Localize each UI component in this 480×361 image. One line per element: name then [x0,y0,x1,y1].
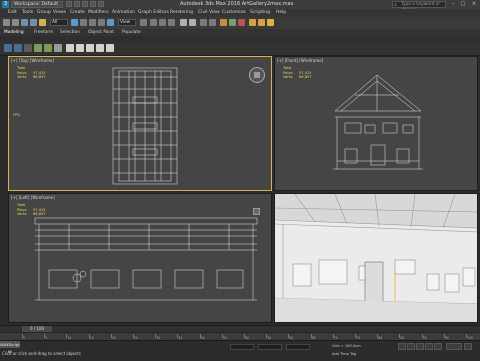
x-coordinate-field[interactable] [230,344,254,350]
open-file-icon[interactable] [74,1,80,7]
play-icon[interactable] [416,343,424,350]
top-wireframe-plan [112,67,178,185]
schematic-view-icon[interactable] [229,19,236,26]
tab-selection[interactable]: Selection [60,30,80,35]
menu-tools[interactable]: Tools [22,10,33,15]
move-icon[interactable] [107,19,114,26]
subdivision-icon[interactable] [44,44,52,52]
tab-freeform[interactable]: Freeform [34,30,53,35]
viewcube-icon[interactable] [253,208,260,215]
workspace-dropdown[interactable]: Workspace: Default [11,1,63,8]
angle-snap-icon[interactable] [159,19,166,26]
search-input[interactable]: ⌕ Type a keyword or phrase [392,1,446,13]
viewport-top[interactable]: [+] [Top] [Wireframe] Total Polys: 57,415… [8,56,272,191]
menu-rendering[interactable]: Rendering [170,10,193,15]
modeling-bar [0,42,480,56]
menu-graph-editors[interactable]: Graph Editors [138,10,169,15]
mirror-icon[interactable] [180,19,187,26]
goto-start-icon[interactable] [398,343,406,350]
selection-filter-dropdown[interactable]: All [50,19,68,26]
next-frame-icon[interactable] [425,343,433,350]
app-logo-icon[interactable]: 3 [2,1,9,8]
unlink-icon[interactable] [30,19,37,26]
current-frame-field[interactable] [446,343,462,350]
minimize-button[interactable]: – [448,0,458,8]
viewcube-icon[interactable] [249,67,265,83]
status-bar: MAXScript Mi Click or click-and-drag to … [0,340,480,361]
tab-populate[interactable]: Populate [122,30,141,35]
undo-icon[interactable] [90,1,96,7]
edge-icon[interactable] [76,44,84,52]
select-object-icon[interactable] [71,19,78,26]
geometry-icon[interactable] [34,44,42,52]
menu-customize[interactable]: Customize [222,10,246,15]
menu-civil-view[interactable]: Civil View [198,10,220,15]
select-by-name-icon[interactable] [80,19,87,26]
y-coordinate-field[interactable] [258,344,282,350]
menu-scripting[interactable]: Scripting [250,10,270,15]
layer-manager-icon[interactable] [200,19,207,26]
left-wireframe-elevation [34,217,258,301]
polygon-icon[interactable] [96,44,104,52]
front-wireframe-elevation [333,74,423,170]
align-icon[interactable] [189,19,196,26]
search-icon: ⌕ [394,2,397,8]
close-button[interactable]: × [469,0,479,8]
time-config-icon[interactable] [464,343,472,350]
viewport-left[interactable]: [+] [Left] [Wireframe] Total Polys: 57,41… [8,193,272,323]
modify-mode-icon[interactable] [14,44,22,52]
menu-edit[interactable]: Edit [8,10,17,15]
undo-tool-icon[interactable] [3,19,10,26]
render-production-icon[interactable] [267,19,274,26]
align-view-icon[interactable] [54,44,62,52]
viewport-front[interactable]: [+] [Front] [Wireframe] Total Polys: 57,4… [274,56,478,191]
curve-editor-icon[interactable] [220,19,227,26]
link-icon[interactable] [21,19,28,26]
previous-frame-icon[interactable] [407,343,415,350]
save-file-icon[interactable] [82,1,88,7]
maximize-button[interactable]: □ [458,0,468,8]
menu-group[interactable]: Group [37,10,51,15]
new-file-icon[interactable] [66,1,72,7]
redo-tool-icon[interactable] [12,19,19,26]
add-time-tag[interactable]: Add Time Tag [332,352,356,356]
menu-views[interactable]: Views [53,10,66,15]
viewport-perspective[interactable]: [+] [Perspective] [Realistic] [274,193,478,323]
status-prompt: Click or click-and-drag to select object… [2,351,81,356]
tab-modeling[interactable]: Modeling [4,30,24,35]
bind-space-warp-icon[interactable] [39,19,46,26]
polygon-modeling-icon[interactable] [4,44,12,52]
render-setup-icon[interactable] [249,19,256,26]
element-icon[interactable] [106,44,114,52]
reference-coordinate-dropdown[interactable]: View [118,19,136,26]
material-editor-icon[interactable] [238,19,245,26]
z-coordinate-field[interactable] [286,344,310,350]
percent-snap-icon[interactable] [168,19,175,26]
menu-animation[interactable]: Animation [112,10,135,15]
graphite-toggle-icon[interactable] [209,19,216,26]
goto-end-icon[interactable] [434,343,442,350]
redo-icon[interactable] [98,1,104,7]
window-crossing-icon[interactable] [98,19,105,26]
grid-size: Grid = 100.0cm [332,344,361,348]
snaps-toggle-icon[interactable] [150,19,157,26]
pivot-center-icon[interactable] [140,19,147,26]
menu-create[interactable]: Create [70,10,85,15]
maxscript-listener[interactable]: MAXScript Mi [0,341,20,354]
rendered-frame-icon[interactable] [258,19,265,26]
border-icon[interactable] [86,44,94,52]
vertex-icon[interactable] [66,44,74,52]
menu-help[interactable]: Help [276,10,286,15]
edit-icon[interactable] [24,44,32,52]
perspective-gallery-render [275,194,477,322]
tab-object-paint[interactable]: Object Paint [88,30,114,35]
window-title: Autodesk 3ds Max 2016 ArtGallery2max.max [180,1,294,7]
rectangular-selection-icon[interactable] [89,19,96,26]
menu-modifiers[interactable]: Modifiers [88,10,109,15]
